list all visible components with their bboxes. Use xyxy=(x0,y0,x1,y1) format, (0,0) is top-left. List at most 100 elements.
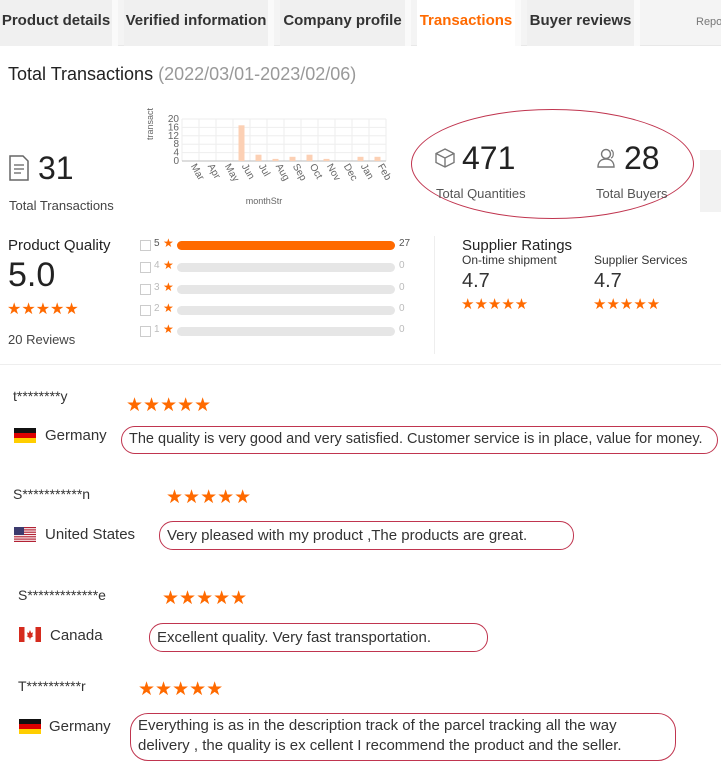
total-transactions-label: Total Transactions xyxy=(9,198,114,213)
page-title: Total Transactions (2022/03/01-2023/02/0… xyxy=(8,64,356,85)
tab-report[interactable]: Repo xyxy=(696,0,721,46)
tab-product-details[interactable]: Product details xyxy=(0,0,118,46)
reviewer-name: S***********n xyxy=(13,486,91,502)
rating-bar-fill xyxy=(177,241,395,250)
rating-count: 0 xyxy=(399,303,405,314)
rating-row-4[interactable]: 4 ★ 0 xyxy=(140,258,415,275)
supplier-services-label: Supplier Services xyxy=(594,253,688,267)
star-icon: ★ xyxy=(163,280,174,294)
chart-x-tick-label: Aug xyxy=(273,162,291,183)
rating-count: 0 xyxy=(399,260,405,271)
reviewer-country: Canada xyxy=(50,627,103,644)
reviewer-country: United States xyxy=(45,526,136,543)
chart-bar xyxy=(238,125,245,161)
chart-x-tick-label: Apr xyxy=(205,162,223,182)
chart-bar xyxy=(357,156,364,161)
rating-count: 27 xyxy=(399,238,411,249)
chart-x-tick-label: Feb xyxy=(375,162,393,183)
chart-x-tick-label: May xyxy=(222,162,241,184)
review-text: The quality is very good and very satisf… xyxy=(121,426,718,454)
review-text: Very pleased with my product ,The produc… xyxy=(159,521,574,550)
total-buyers-label: Total Buyers xyxy=(596,186,668,201)
chart-x-tick-label: Sep xyxy=(290,162,309,183)
reviewer-name: S*************e xyxy=(18,587,106,603)
on-time-shipment-score: 4.7 xyxy=(462,270,490,292)
rating-bar-track xyxy=(177,306,395,315)
tab-buyer-reviews[interactable]: Buyer reviews xyxy=(527,0,640,46)
review-stars: ★★★★★ xyxy=(162,588,248,609)
supplier-services-score: 4.7 xyxy=(594,270,622,292)
star-icon: ★ xyxy=(163,236,174,250)
review-stars: ★★★★★ xyxy=(126,395,212,416)
product-quality-title: Product Quality xyxy=(8,237,111,254)
chart-x-tick-label: Jan xyxy=(358,162,376,181)
tab-bar: Product details Verified information Com… xyxy=(0,0,721,46)
germany-flag-icon xyxy=(14,428,36,443)
supplier-ratings-title: Supplier Ratings xyxy=(462,237,573,254)
rating-row-3[interactable]: 3 ★ 0 xyxy=(140,280,415,297)
tab-verified-information[interactable]: Verified information xyxy=(124,0,274,46)
document-icon xyxy=(9,155,29,181)
chart-x-tick-label: Jul xyxy=(256,162,272,179)
total-quantities-label: Total Quantities xyxy=(436,186,526,201)
chart-x-tick-label: Nov xyxy=(324,162,342,183)
rating-checkbox[interactable] xyxy=(140,284,151,295)
rating-bar-track xyxy=(177,327,395,336)
total-transactions-value: 31 xyxy=(38,150,74,186)
rating-checkbox[interactable] xyxy=(140,262,151,273)
chart-x-tick-label: Oct xyxy=(307,162,324,181)
chart-xlabel: monthStr xyxy=(246,196,283,206)
transactions-bar-chart: transact 048121620 MarApr MayJun Jul AugSep… xyxy=(145,107,393,206)
rating-checkbox[interactable] xyxy=(140,240,151,251)
rating-bar-track xyxy=(177,241,395,250)
date-range: (2022/03/01-2023/02/06) xyxy=(158,64,357,84)
review-text: Everything is as in the description trac… xyxy=(130,713,676,761)
star-icon: ★ xyxy=(163,258,174,272)
section-divider xyxy=(434,236,435,354)
product-quality-stars: ★★★★★ xyxy=(7,301,79,318)
review-stars: ★★★★★ xyxy=(138,679,224,700)
rating-star-number: 3 xyxy=(154,282,160,293)
buyers-icon xyxy=(597,148,615,168)
rating-checkbox[interactable] xyxy=(140,305,151,316)
rating-star-number: 1 xyxy=(154,324,160,335)
review-text: Excellent quality. Very fast transportat… xyxy=(149,623,488,652)
total-buyers-value: 28 xyxy=(624,140,660,176)
chart-ylabel: transact xyxy=(145,107,155,140)
star-icon: ★ xyxy=(163,322,174,336)
rating-checkbox[interactable] xyxy=(140,326,151,337)
chart-x-tick-label: Jun xyxy=(239,162,257,181)
reviewer-name: T**********r xyxy=(18,678,86,694)
chart-bar xyxy=(289,156,296,161)
rating-bar-track xyxy=(177,285,395,294)
chart-y-tick-label: 20 xyxy=(168,114,180,125)
review-stars: ★★★★★ xyxy=(166,487,252,508)
supplier-services-stars: ★★★★★ xyxy=(593,296,661,313)
tab-transactions[interactable]: Transactions xyxy=(417,0,521,46)
chart-bar xyxy=(306,154,313,161)
reviewer-name: t********y xyxy=(13,388,68,404)
chart-bar xyxy=(272,158,279,161)
on-time-shipment-stars: ★★★★★ xyxy=(461,296,529,313)
rating-count: 0 xyxy=(399,324,405,335)
rating-row-1[interactable]: 1 ★ 0 xyxy=(140,322,415,339)
product-quality-reviews-count: 20 Reviews xyxy=(8,332,76,347)
rating-row-2[interactable]: 2 ★ 0 xyxy=(140,301,415,318)
canada-flag-icon xyxy=(19,627,41,642)
total-quantities-value: 471 xyxy=(462,140,516,176)
rating-bar-track xyxy=(177,263,395,272)
chart-x-tick-label: Mar xyxy=(188,162,206,183)
germany-flag-icon xyxy=(19,719,41,734)
reviewer-country: Germany xyxy=(45,427,107,444)
rating-star-number: 2 xyxy=(154,303,160,314)
review-text-line: delivery , the quality is ex cellent I r… xyxy=(138,737,622,754)
chart-bar xyxy=(323,158,330,161)
rating-row-5[interactable]: 5 ★ 27 xyxy=(140,236,415,253)
chart-bar xyxy=(374,156,381,161)
title-text: Total Transactions xyxy=(8,64,154,84)
package-icon xyxy=(435,148,455,168)
tab-company-profile[interactable]: Company profile xyxy=(280,0,411,46)
chart-x-tick-label: Dec xyxy=(341,162,359,183)
section-divider xyxy=(0,364,721,365)
usa-flag-icon xyxy=(14,527,36,542)
